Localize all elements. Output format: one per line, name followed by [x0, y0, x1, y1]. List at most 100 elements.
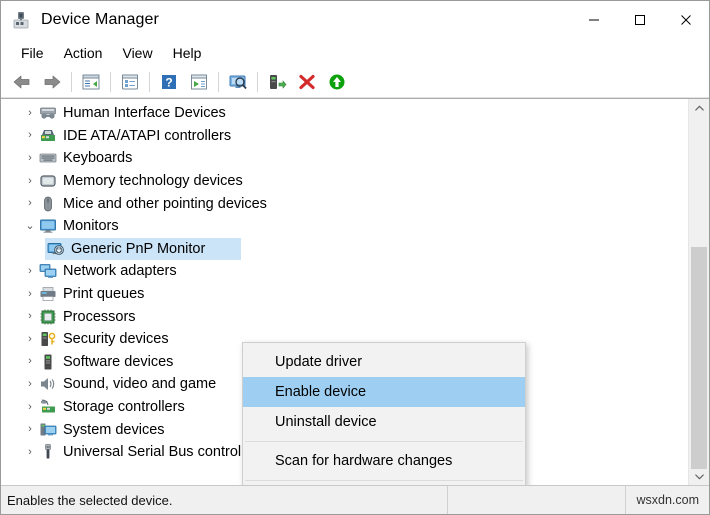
expander-collapsed-icon[interactable]: ›	[21, 289, 39, 300]
system-device-icon	[39, 421, 57, 439]
network-adapter-icon	[39, 262, 57, 280]
tree-item-label: Mice and other pointing devices	[63, 196, 267, 212]
tree-item-label: Keyboards	[63, 150, 132, 166]
expander-collapsed-icon[interactable]: ›	[21, 311, 39, 322]
tree-item-processors[interactable]: › Processors	[1, 305, 689, 328]
context-menu-separator-1	[245, 441, 523, 442]
green-up-arrow-icon	[327, 73, 347, 91]
expander-collapsed-icon[interactable]: ›	[21, 356, 39, 367]
svg-text:?: ?	[165, 75, 172, 89]
expander-collapsed-icon[interactable]: ›	[21, 153, 39, 164]
uninstall-device-button[interactable]	[292, 69, 322, 95]
help-button[interactable]: ?	[154, 69, 184, 95]
tree-item-print-queues[interactable]: › Print queues	[1, 283, 689, 306]
status-message: Enables the selected device.	[1, 486, 448, 514]
status-pane-middle	[448, 486, 626, 514]
forward-button[interactable]	[37, 69, 67, 95]
status-bar: Enables the selected device. wsxdn.com	[1, 485, 709, 514]
scan-hardware-changes-button[interactable]	[223, 69, 253, 95]
expander-expanded-icon[interactable]: ⌄	[21, 221, 39, 232]
context-menu-item-update-driver[interactable]: Update driver	[243, 347, 525, 377]
scrollbar-thumb[interactable]	[691, 247, 707, 469]
menu-bar: File Action View Help	[1, 39, 709, 66]
back-button[interactable]	[7, 69, 37, 95]
device-manager-icon	[11, 10, 31, 30]
tree-item-label: Print queues	[63, 286, 144, 302]
device-manager-window: Device Manager File Action	[0, 0, 710, 515]
properties-window-icon	[120, 73, 140, 91]
title-bar: Device Manager	[1, 1, 709, 39]
toolbar-separator-1	[71, 72, 72, 92]
toolbar-separator-2	[110, 72, 111, 92]
expander-collapsed-icon[interactable]: ›	[21, 402, 39, 413]
tree-item-label: Monitors	[63, 218, 119, 234]
tree-item-memory-technology-devices[interactable]: › Memory technology devices	[1, 170, 689, 193]
mouse-icon	[39, 195, 57, 213]
tree-item-label: Storage controllers	[63, 399, 185, 415]
memory-device-icon	[39, 172, 57, 190]
tree-item-ide-ata-atapi-controllers[interactable]: › IDE ATA/ATAPI controllers	[1, 125, 689, 148]
tree-item-mice-and-other-pointing-devices[interactable]: › Mice and other pointing devices	[1, 192, 689, 215]
back-arrow-icon	[12, 73, 32, 91]
disabled-monitor-icon	[47, 240, 65, 258]
tree-item-human-interface-devices[interactable]: › Human Interface Devices	[1, 102, 689, 125]
update-driver-icon	[266, 73, 288, 91]
red-x-icon	[297, 73, 317, 91]
expander-collapsed-icon[interactable]: ›	[21, 130, 39, 141]
update-driver-button[interactable]	[262, 69, 292, 95]
window-controls	[571, 1, 709, 39]
tree-item-label: Universal Serial Bus controllers	[63, 444, 264, 460]
scroll-down-arrow-icon[interactable]	[689, 467, 709, 485]
sound-device-icon	[39, 375, 57, 393]
tree-item-label: Human Interface Devices	[63, 105, 226, 121]
expander-collapsed-icon[interactable]: ›	[21, 447, 39, 458]
tree-item-label: Memory technology devices	[63, 173, 243, 189]
maximize-button[interactable]	[617, 1, 663, 39]
scan-monitor-icon	[227, 73, 249, 91]
scroll-up-arrow-icon[interactable]	[689, 99, 709, 117]
menu-file[interactable]: File	[11, 41, 54, 65]
enable-device-button[interactable]	[322, 69, 352, 95]
toolbar-separator-5	[257, 72, 258, 92]
show-window-icon	[189, 73, 209, 91]
menu-view[interactable]: View	[112, 41, 162, 65]
expander-collapsed-icon[interactable]: ›	[21, 198, 39, 209]
minimize-button[interactable]	[571, 1, 617, 39]
context-menu: Update driver Enable device Uninstall de…	[242, 342, 526, 485]
context-menu-item-enable-device[interactable]: Enable device	[243, 377, 525, 407]
vertical-scrollbar[interactable]	[688, 99, 709, 485]
toolbar-separator-3	[149, 72, 150, 92]
show-hide-console-tree-button[interactable]	[76, 69, 106, 95]
tree-item-label: Security devices	[63, 331, 169, 347]
context-menu-item-scan-for-hardware-changes[interactable]: Scan for hardware changes	[243, 446, 525, 476]
forward-arrow-icon	[42, 73, 62, 91]
keyboard-icon	[39, 149, 57, 167]
processor-icon	[39, 308, 57, 326]
properties-button[interactable]	[115, 69, 145, 95]
context-menu-separator-2	[245, 480, 523, 481]
tree-item-label: Sound, video and game	[63, 376, 216, 392]
tree-item-label: Network adapters	[63, 263, 177, 279]
menu-action[interactable]: Action	[54, 41, 113, 65]
menu-help[interactable]: Help	[163, 41, 212, 65]
expander-collapsed-icon[interactable]: ›	[21, 266, 39, 277]
expander-collapsed-icon[interactable]: ›	[21, 176, 39, 187]
expander-collapsed-icon[interactable]: ›	[21, 424, 39, 435]
tree-item-network-adapters[interactable]: › Network adapters	[1, 260, 689, 283]
toolbar: ?	[1, 66, 709, 98]
tree-item-monitors[interactable]: ⌄ Monitors	[1, 215, 689, 238]
toolbar-separator-4	[218, 72, 219, 92]
context-menu-item-uninstall-device[interactable]: Uninstall device	[243, 407, 525, 437]
expander-collapsed-icon[interactable]: ›	[21, 334, 39, 345]
watermark: wsxdn.com	[626, 486, 709, 514]
tree-item-keyboards[interactable]: › Keyboards	[1, 147, 689, 170]
show-window-button[interactable]	[184, 69, 214, 95]
close-button[interactable]	[663, 1, 709, 39]
tree-item-label: Software devices	[63, 354, 173, 370]
software-device-icon	[39, 353, 57, 371]
expander-collapsed-icon[interactable]: ›	[21, 108, 39, 119]
tree-item-label: Generic PnP Monitor	[71, 241, 205, 257]
tree-item-generic-pnp-monitor[interactable]: Generic PnP Monitor	[1, 238, 689, 261]
expander-collapsed-icon[interactable]: ›	[21, 379, 39, 390]
device-tree-panel: › Human Interface Devices ›	[1, 98, 709, 485]
